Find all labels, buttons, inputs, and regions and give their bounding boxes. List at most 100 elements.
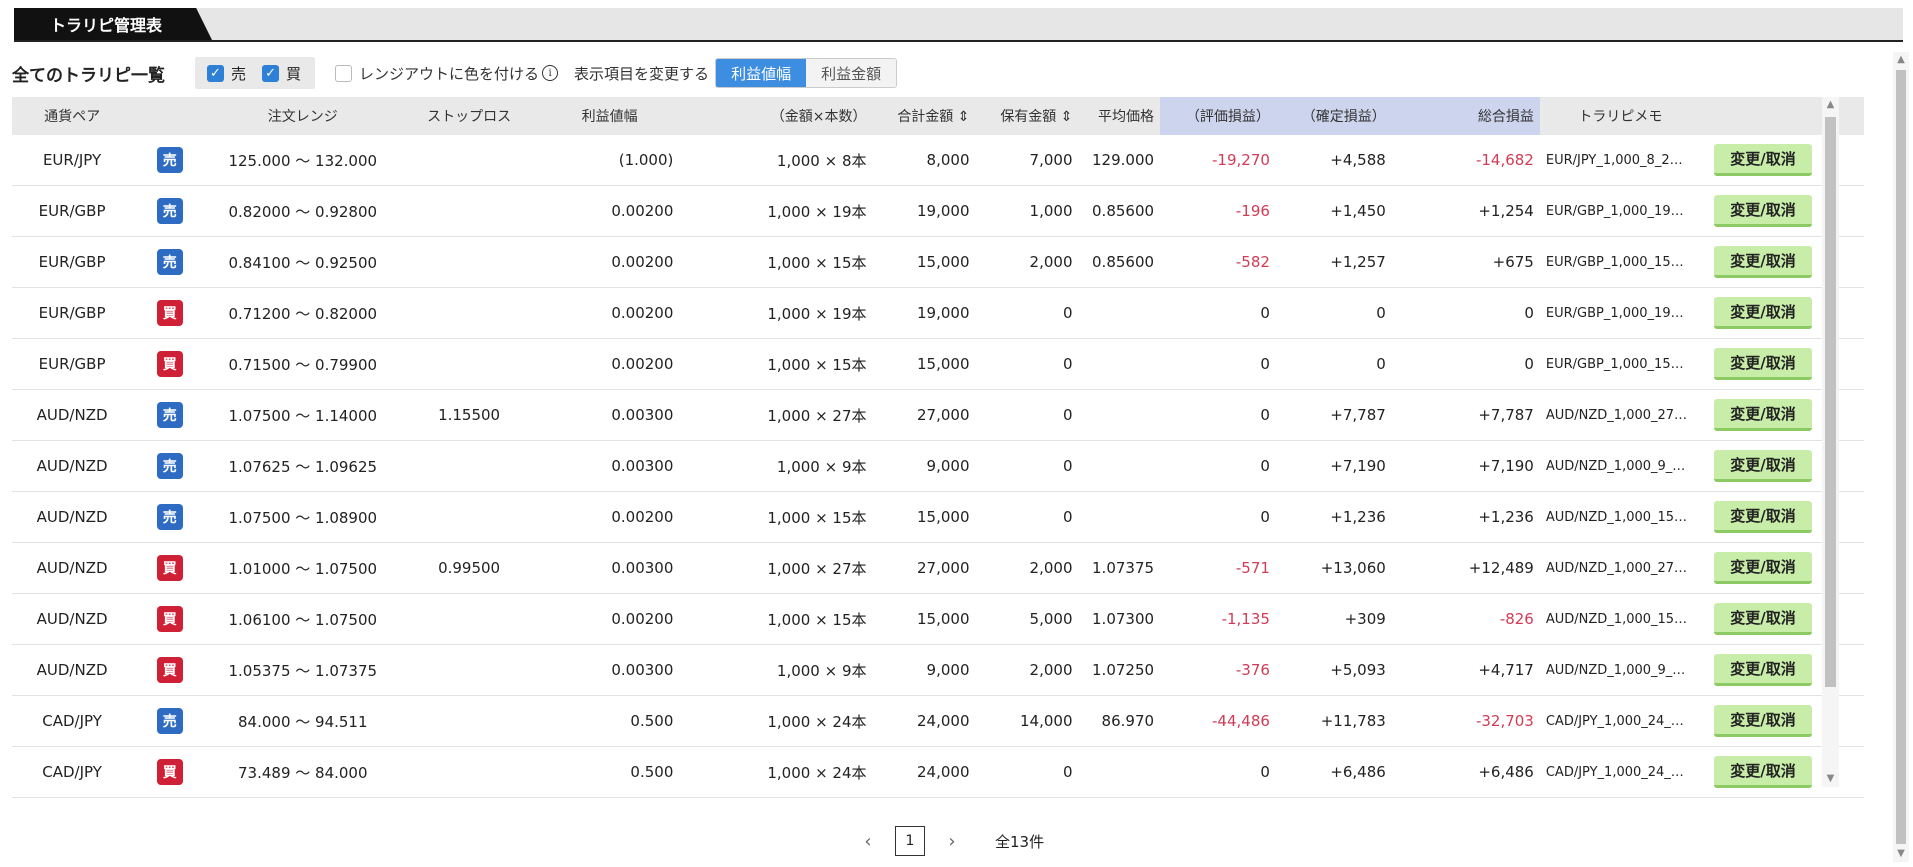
row-total-pl: 0 bbox=[1391, 338, 1540, 390]
row-total: 9,000 bbox=[872, 440, 976, 492]
row-avg-price bbox=[1078, 338, 1161, 390]
row-total: 27,000 bbox=[872, 389, 976, 441]
edit-cancel-button[interactable]: 変更/取消 bbox=[1714, 705, 1813, 737]
table-scroll-thumb[interactable] bbox=[1825, 117, 1836, 687]
page-1-button[interactable]: 1 bbox=[895, 826, 925, 856]
prev-page-icon[interactable]: ‹ bbox=[855, 831, 881, 852]
row-pair: CAD/JPY bbox=[12, 746, 133, 798]
row-realized: +1,450 bbox=[1275, 185, 1392, 237]
row-total: 24,000 bbox=[872, 746, 976, 798]
edit-cancel-button[interactable]: 変更/取消 bbox=[1714, 501, 1813, 533]
row-pair: EUR/GBP bbox=[12, 236, 133, 288]
table-row: EUR/GBP 売 0.82000 〜 0.92800 0.00200 1,000 × … bbox=[12, 185, 1864, 237]
row-amount: 1,000 × 15本 bbox=[679, 236, 873, 288]
row-memo: EUR/GBP_1,000_15… bbox=[1539, 338, 1701, 390]
row-amount: 1,000 × 9本 bbox=[679, 440, 873, 492]
row-avg-price: 1.07250 bbox=[1078, 644, 1161, 696]
col-holding-sort[interactable]: 保有金額 ⇕ bbox=[975, 97, 1079, 135]
edit-cancel-button[interactable]: 変更/取消 bbox=[1714, 654, 1813, 686]
range-out-color-checkbox[interactable] bbox=[335, 64, 353, 82]
sell-badge: 売 bbox=[156, 504, 183, 530]
side-cell: 売 bbox=[132, 440, 208, 492]
row-profit-width: 0.00200 bbox=[539, 185, 680, 237]
side-cell: 買 bbox=[132, 287, 208, 339]
sell-checkbox[interactable]: ✓ bbox=[207, 64, 224, 82]
row-pair: EUR/GBP bbox=[12, 338, 133, 390]
row-unrealized: 0 bbox=[1160, 746, 1276, 798]
edit-cancel-button[interactable]: 変更/取消 bbox=[1714, 399, 1813, 431]
row-total-pl: +1,236 bbox=[1391, 491, 1540, 543]
profit-amount-button[interactable]: 利益金額 bbox=[806, 59, 897, 87]
row-range: 1.06100 〜 1.07500 bbox=[207, 593, 399, 645]
row-memo: EUR/GBP_1,000_15… bbox=[1539, 236, 1701, 288]
buy-checkbox[interactable]: ✓ bbox=[262, 64, 280, 82]
row-amount: 1,000 × 19本 bbox=[679, 287, 873, 339]
next-page-icon[interactable]: › bbox=[939, 831, 965, 852]
row-memo: AUD/NZD_1,000_27… bbox=[1539, 542, 1701, 594]
row-unrealized: 0 bbox=[1160, 287, 1276, 339]
edit-cell: 変更/取消 bbox=[1700, 542, 1826, 594]
row-holding: 2,000 bbox=[975, 542, 1079, 594]
profit-width-button[interactable]: 利益値幅 bbox=[716, 59, 807, 87]
row-realized: +1,236 bbox=[1275, 491, 1392, 543]
side-cell: 売 bbox=[132, 185, 208, 237]
row-unrealized: -571 bbox=[1160, 542, 1276, 594]
row-profit-width: 0.00200 bbox=[539, 491, 680, 543]
row-memo: EUR/GBP_1,000_19… bbox=[1539, 185, 1701, 237]
edit-cancel-button[interactable]: 変更/取消 bbox=[1714, 246, 1813, 278]
side-cell: 買 bbox=[132, 338, 208, 390]
row-memo: EUR/JPY_1,000_8_2… bbox=[1539, 135, 1701, 186]
row-holding: 0 bbox=[975, 287, 1079, 339]
row-avg-price bbox=[1078, 746, 1161, 798]
edit-cancel-button[interactable]: 変更/取消 bbox=[1714, 195, 1813, 227]
edit-cancel-button[interactable]: 変更/取消 bbox=[1714, 297, 1813, 329]
col-action bbox=[1700, 97, 1826, 135]
table-scrollbar[interactable]: ▲ ▼ bbox=[1822, 97, 1839, 787]
row-holding: 1,000 bbox=[975, 185, 1079, 237]
edit-cancel-button[interactable]: 変更/取消 bbox=[1714, 144, 1813, 176]
row-pair: AUD/NZD bbox=[12, 644, 133, 696]
row-range: 125.000 〜 132.000 bbox=[207, 135, 399, 186]
page-scroll-thumb[interactable] bbox=[1896, 70, 1906, 844]
row-holding: 0 bbox=[975, 338, 1079, 390]
range-out-color-toggle[interactable]: レンジアウトに色を付ける i bbox=[335, 63, 559, 84]
tab-traripi-table[interactable]: トラリピ管理表 bbox=[14, 8, 212, 40]
toolbar: 全てのトラリピ一覧 ✓ 売 ✓ 買 レンジアウトに色を付ける i 表示項目を変更… bbox=[12, 55, 898, 91]
row-range: 1.07500 〜 1.08900 bbox=[207, 491, 399, 543]
page-scrollbar[interactable]: ▲ ▼ bbox=[1893, 52, 1909, 862]
table-row: AUD/NZD 売 1.07625 〜 1.09625 0.00300 1,000 × … bbox=[12, 440, 1864, 492]
col-total-sort[interactable]: 合計金額 ⇕ bbox=[872, 97, 976, 135]
row-realized: +13,060 bbox=[1275, 542, 1392, 594]
scroll-up-icon[interactable]: ▲ bbox=[1822, 97, 1839, 113]
row-total: 19,000 bbox=[872, 287, 976, 339]
side-cell: 売 bbox=[132, 236, 208, 288]
col-stop: ストップロス bbox=[398, 97, 540, 135]
scroll-down-icon[interactable]: ▼ bbox=[1822, 771, 1839, 787]
row-stop bbox=[398, 135, 540, 186]
row-stop bbox=[398, 236, 540, 288]
col-unrealized: （評価損益） bbox=[1160, 97, 1276, 135]
edit-cancel-button[interactable]: 変更/取消 bbox=[1714, 348, 1813, 380]
row-pair: AUD/NZD bbox=[12, 491, 133, 543]
row-total: 15,000 bbox=[872, 338, 976, 390]
side-cell: 買 bbox=[132, 542, 208, 594]
edit-cell: 変更/取消 bbox=[1700, 185, 1826, 237]
row-avg-price: 129.000 bbox=[1078, 135, 1161, 186]
info-icon[interactable]: i bbox=[542, 65, 559, 81]
row-stop: 0.99500 bbox=[398, 542, 540, 594]
page-title: 全てのトラリピ一覧 bbox=[12, 65, 165, 86]
page-scroll-up-icon[interactable]: ▲ bbox=[1893, 52, 1909, 68]
row-memo: AUD/NZD_1,000_27… bbox=[1539, 389, 1701, 441]
row-profit-width: 0.00300 bbox=[539, 440, 680, 492]
side-filter: ✓ 売 ✓ 買 bbox=[195, 57, 316, 89]
table-row: AUD/NZD 売 1.07500 〜 1.14000 1.15500 0.00300 1… bbox=[12, 389, 1864, 441]
page-scroll-down-icon[interactable]: ▼ bbox=[1893, 846, 1909, 862]
row-total-pl: +7,190 bbox=[1391, 440, 1540, 492]
row-amount: 1,000 × 24本 bbox=[679, 746, 873, 798]
buy-badge: 買 bbox=[156, 657, 183, 683]
row-pair: AUD/NZD bbox=[12, 593, 133, 645]
edit-cancel-button[interactable]: 変更/取消 bbox=[1714, 450, 1813, 482]
edit-cancel-button[interactable]: 変更/取消 bbox=[1714, 603, 1813, 635]
edit-cancel-button[interactable]: 変更/取消 bbox=[1714, 756, 1813, 788]
edit-cancel-button[interactable]: 変更/取消 bbox=[1714, 552, 1813, 584]
